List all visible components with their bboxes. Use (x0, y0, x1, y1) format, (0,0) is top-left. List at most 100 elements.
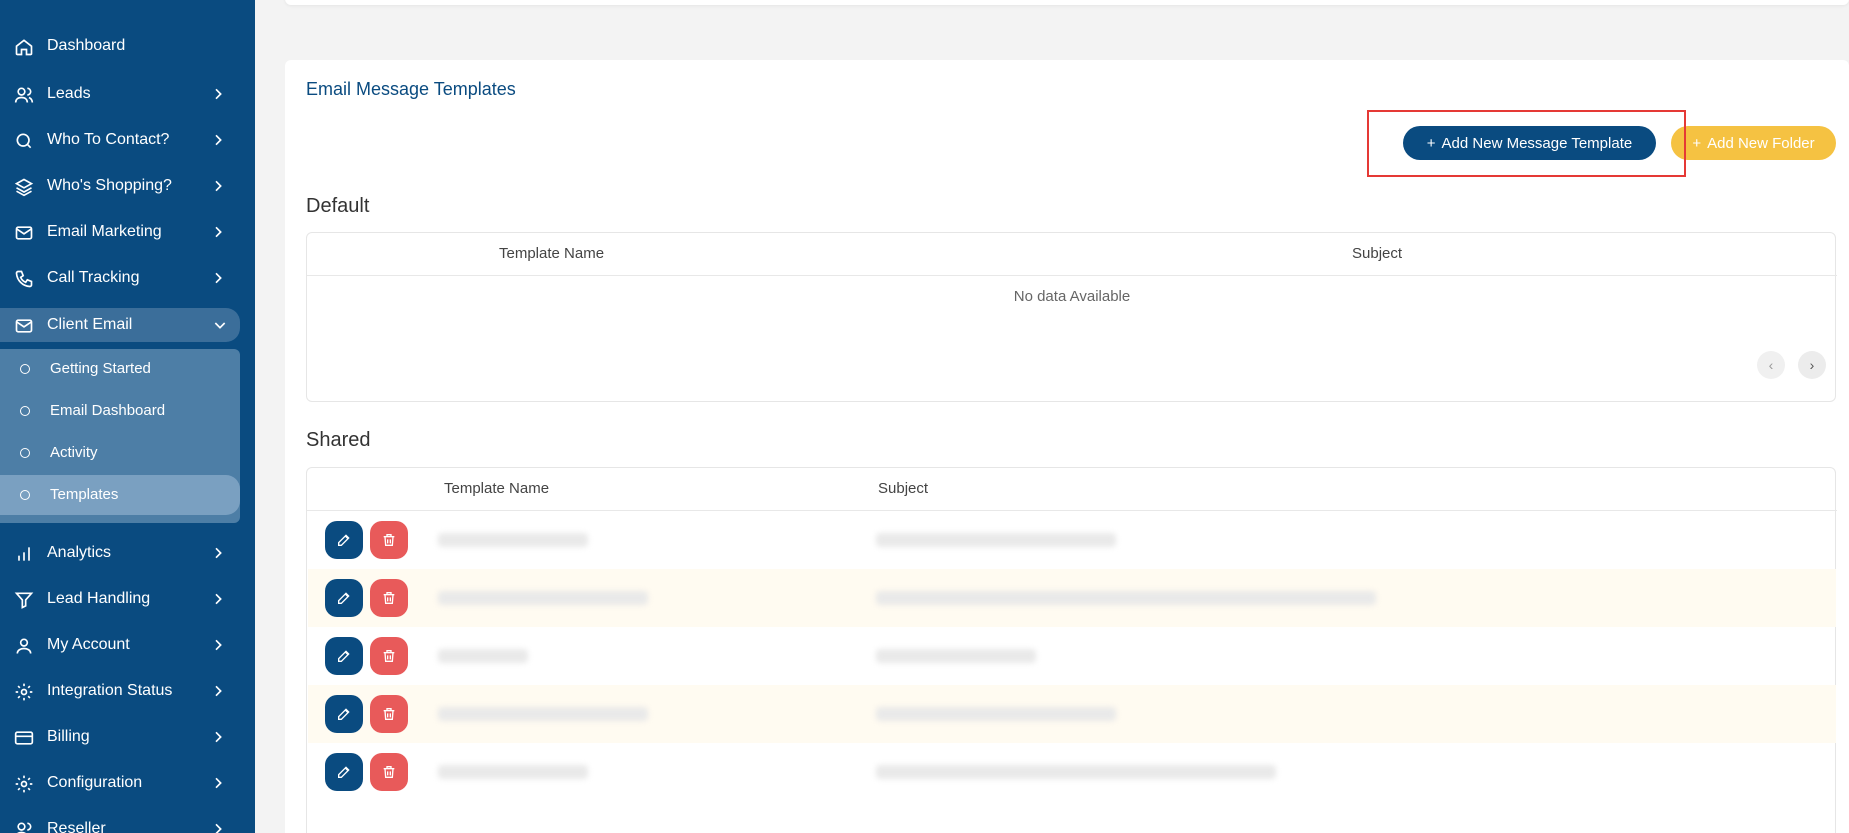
nav-label: My Account (47, 636, 130, 653)
circle-icon (20, 490, 30, 500)
nav-label: Client Email (47, 316, 133, 333)
template-name-cell (438, 649, 528, 663)
edit-button[interactable] (325, 695, 363, 733)
edit-button[interactable] (325, 579, 363, 617)
add-template-label: Add New Message Template (1441, 134, 1633, 152)
no-data-message: No data Available (1013, 288, 1131, 305)
chevron-right-icon (210, 224, 226, 240)
delete-button[interactable] (370, 637, 408, 675)
edit-icon (338, 534, 350, 546)
chevron-left-icon: ‹ (1768, 357, 1774, 373)
chevron-right-icon: › (1809, 357, 1815, 373)
client-email-submenu: Getting Started Email Dashboard Activity… (0, 349, 240, 523)
sub-item-label: Email Dashboard (50, 402, 166, 419)
chevron-right-icon (210, 545, 226, 561)
filter-icon (14, 590, 34, 610)
nav-label: Who To Contact? (47, 131, 170, 148)
layers-icon (14, 177, 34, 197)
sub-item-activity[interactable]: Activity (0, 433, 240, 473)
gear-icon (14, 682, 34, 702)
sub-item-templates[interactable]: Templates (0, 475, 240, 515)
delete-button[interactable] (370, 695, 408, 733)
nav-lead-handling[interactable]: Lead Handling (0, 582, 240, 616)
add-folder-label: Add New Folder (1707, 134, 1815, 152)
table-row (308, 569, 1836, 627)
nav-email-marketing[interactable]: Email Marketing (0, 215, 240, 249)
template-name-cell (438, 765, 588, 779)
add-message-template-button[interactable]: + Add New Message Template (1403, 126, 1656, 160)
nav-label: Call Tracking (47, 269, 140, 286)
column-header-template-name: Template Name (444, 480, 550, 497)
edit-icon (338, 650, 350, 662)
delete-button[interactable] (370, 753, 408, 791)
mail-icon (14, 223, 34, 243)
chevron-right-icon (210, 270, 226, 286)
delete-button[interactable] (370, 579, 408, 617)
shared-section-title: Shared (306, 429, 371, 451)
nav-integration-status[interactable]: Integration Status (0, 674, 240, 708)
chevron-right-icon (210, 132, 226, 148)
nav-my-account[interactable]: My Account (0, 628, 240, 662)
nav-label: Lead Handling (47, 590, 151, 607)
nav-label: Reseller (47, 820, 106, 833)
chevron-right-icon (210, 86, 226, 102)
sub-item-getting-started[interactable]: Getting Started (0, 349, 240, 389)
trash-icon (383, 650, 395, 662)
edit-button[interactable] (325, 753, 363, 791)
add-folder-button[interactable]: + Add New Folder (1671, 126, 1836, 160)
subject-cell (876, 765, 1276, 779)
trash-icon (383, 708, 395, 720)
subject-cell (876, 707, 1116, 721)
edit-icon (338, 766, 350, 778)
nav-client-email[interactable]: Client Email (0, 308, 240, 342)
chevron-right-icon (210, 637, 226, 653)
sub-item-label: Activity (50, 444, 98, 461)
users-icon (14, 820, 34, 833)
sub-item-email-dashboard[interactable]: Email Dashboard (0, 391, 240, 431)
nav-label: Dashboard (47, 37, 126, 54)
nav-reseller[interactable]: Reseller (0, 812, 240, 833)
phone-icon (14, 269, 34, 289)
default-section-title: Default (306, 195, 370, 217)
credit-card-icon (14, 728, 34, 748)
nav-label: Billing (47, 728, 90, 745)
chevron-right-icon (210, 591, 226, 607)
column-header-subject: Subject (878, 480, 929, 497)
mail-icon (14, 316, 34, 336)
chevron-right-icon (210, 683, 226, 699)
nav-analytics[interactable]: Analytics (0, 536, 240, 570)
table-row (308, 511, 1836, 569)
edit-icon (338, 592, 350, 604)
nav-dashboard[interactable]: Dashboard (0, 29, 240, 63)
search-icon (14, 131, 34, 151)
nav-who-to-contact[interactable]: Who To Contact? (0, 123, 240, 157)
nav-label: Who's Shopping? (47, 177, 172, 194)
nav-label: Analytics (47, 544, 112, 561)
table-row (308, 627, 1836, 685)
nav-configuration[interactable]: Configuration (0, 766, 240, 800)
shared-table: Template Name Subject (306, 467, 1837, 833)
nav-leads[interactable]: Leads (0, 77, 240, 111)
table-row (308, 685, 1836, 743)
prev-page-button[interactable]: ‹ (1757, 351, 1785, 379)
template-name-cell (438, 533, 588, 547)
sub-item-label: Getting Started (50, 360, 151, 377)
sidebar: Dashboard Leads Who To Contact? Who's Sh… (0, 0, 255, 833)
nav-label: Email Marketing (47, 223, 162, 240)
edit-button[interactable] (325, 521, 363, 559)
edit-button[interactable] (325, 637, 363, 675)
bar-chart-icon (14, 544, 34, 564)
chevron-right-icon (210, 821, 226, 833)
nav-whos-shopping[interactable]: Who's Shopping? (0, 169, 240, 203)
nav-billing[interactable]: Billing (0, 720, 240, 754)
subject-cell (876, 649, 1036, 663)
nav-label: Integration Status (47, 682, 173, 699)
delete-button[interactable] (370, 521, 408, 559)
edit-icon (338, 708, 350, 720)
template-name-cell (438, 707, 648, 721)
nav-call-tracking[interactable]: Call Tracking (0, 261, 240, 295)
trash-icon (383, 766, 395, 778)
table-header-divider (307, 275, 1837, 276)
next-page-button[interactable]: › (1798, 351, 1826, 379)
column-header-subject: Subject (1352, 245, 1403, 262)
